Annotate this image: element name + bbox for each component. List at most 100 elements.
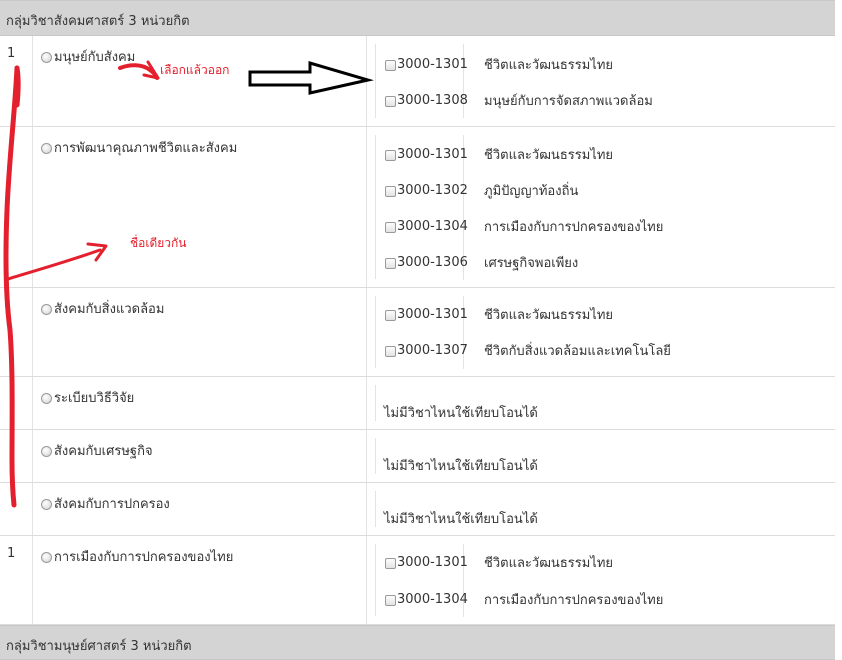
course-name: มนุษย์กับการจัดสภาพแวดล้อม bbox=[484, 93, 653, 109]
course-checkbox[interactable] bbox=[385, 595, 396, 606]
course-code: 3000-1306 bbox=[397, 254, 468, 270]
course-name: ชีวิตและวัฒนธรรมไทย bbox=[484, 307, 614, 323]
equivalent-courses: 3000-1301 ชีวิตและวัฒนธรรมไทย 3000-1308 … bbox=[375, 44, 835, 118]
course-option[interactable]: 3000-1302 ภูมิปัญญาท้องถิ่น bbox=[385, 180, 578, 200]
course-code: 3000-1301 bbox=[397, 56, 468, 72]
group-header-label: กลุ่มวิชามนุษย์ศาสตร์ 3 หน่วยกิต bbox=[6, 639, 192, 654]
subject-label: สังคมกับเศรษฐกิจ bbox=[54, 444, 153, 459]
equivalent-courses: ไม่มีวิชาไหนใช้เทียบโอนได้ bbox=[375, 385, 835, 421]
course-name: เศรษฐกิจพอเพียง bbox=[484, 255, 579, 271]
subject-label: สังคมกับสิ่งแวดล้อม bbox=[54, 302, 165, 317]
course-checkbox[interactable] bbox=[385, 222, 396, 233]
course-name: การเมืองกับการปกครองของไทย bbox=[484, 592, 664, 608]
course-option[interactable]: 3000-1306 เศรษฐกิจพอเพียง bbox=[385, 252, 578, 272]
table-row: 1 มนุษย์กับสังคม 3000-1301 ชีวิตและวัฒนธ… bbox=[0, 36, 835, 127]
no-equivalent-text: ไม่มีวิชาไหนใช้เทียบโอนได้ bbox=[384, 459, 538, 474]
subject-label: ระเบียบวิธีวิจัย bbox=[54, 391, 135, 406]
subject-label: การเมืองกับการปกครองของไทย bbox=[54, 550, 234, 565]
group-header-social: กลุ่มวิชาสังคมศาสตร์ 3 หน่วยกิต bbox=[0, 0, 835, 36]
column-divider bbox=[32, 36, 33, 126]
course-option[interactable]: 3000-1301 ชีวิตและวัฒนธรรมไทย bbox=[385, 54, 613, 74]
column-divider bbox=[366, 288, 367, 376]
course-code: 3000-1301 bbox=[397, 146, 468, 162]
subject-label: สังคมกับการปกครอง bbox=[54, 497, 170, 512]
subject-radio[interactable] bbox=[41, 52, 52, 63]
course-option[interactable]: 3000-1304 การเมืองกับการปกครองของไทย bbox=[385, 589, 663, 609]
column-divider bbox=[366, 536, 367, 624]
credit-cell: 1 bbox=[7, 46, 16, 61]
course-checkbox[interactable] bbox=[385, 60, 396, 71]
group-header-label: กลุ่มวิชาสังคมศาสตร์ 3 หน่วยกิต bbox=[6, 14, 190, 29]
course-code: 3000-1304 bbox=[397, 591, 468, 607]
subject-radio[interactable] bbox=[41, 446, 52, 457]
annotation-select-exit: เลือกแล้วออก bbox=[160, 63, 230, 77]
subject-radio[interactable] bbox=[41, 552, 52, 563]
column-divider bbox=[366, 36, 367, 126]
course-name: ชีวิตกับสิ่งแวดล้อมและเทคโนโลยี bbox=[484, 343, 671, 359]
group-header-humanities: กลุ่มวิชามนุษย์ศาสตร์ 3 หน่วยกิต bbox=[0, 625, 835, 660]
course-checkbox[interactable] bbox=[385, 310, 396, 321]
table-row: สังคมกับสิ่งแวดล้อม 3000-1301 ชีวิตและวั… bbox=[0, 288, 835, 377]
course-code: 3000-1301 bbox=[397, 554, 468, 570]
course-checkbox[interactable] bbox=[385, 346, 396, 357]
column-divider bbox=[32, 430, 33, 482]
course-option[interactable]: 3000-1301 ชีวิตและวัฒนธรรมไทย bbox=[385, 552, 613, 572]
column-divider bbox=[32, 127, 33, 287]
equivalent-courses: 3000-1301 ชีวิตและวัฒนธรรมไทย 3000-1304 … bbox=[375, 544, 835, 617]
column-divider bbox=[366, 430, 367, 482]
column-divider bbox=[366, 127, 367, 287]
equivalent-courses: 3000-1301 ชีวิตและวัฒนธรรมไทย 3000-1307 … bbox=[375, 296, 835, 369]
subject-radio[interactable] bbox=[41, 143, 52, 154]
equivalent-courses: ไม่มีวิชาไหนใช้เทียบโอนได้ bbox=[375, 491, 835, 527]
column-divider bbox=[366, 483, 367, 535]
course-option[interactable]: 3000-1301 ชีวิตและวัฒนธรรมไทย bbox=[385, 304, 613, 324]
course-name: ชีวิตและวัฒนธรรมไทย bbox=[484, 57, 614, 73]
subject-option[interactable]: การเมืองกับการปกครองของไทย bbox=[41, 546, 233, 567]
table-row: สังคมกับเศรษฐกิจ ไม่มีวิชาไหนใช้เทียบโอน… bbox=[0, 430, 835, 483]
course-checkbox[interactable] bbox=[385, 258, 396, 269]
course-option[interactable]: 3000-1307 ชีวิตกับสิ่งแวดล้อมและเทคโนโลย… bbox=[385, 340, 671, 360]
course-code: 3000-1304 bbox=[397, 218, 468, 234]
course-option[interactable]: 3000-1301 ชีวิตและวัฒนธรรมไทย bbox=[385, 144, 613, 164]
column-divider bbox=[32, 483, 33, 535]
course-code: 3000-1302 bbox=[397, 182, 468, 198]
subject-option[interactable]: สังคมกับเศรษฐกิจ bbox=[41, 440, 153, 461]
course-code: 3000-1308 bbox=[397, 92, 468, 108]
no-equivalent-text: ไม่มีวิชาไหนใช้เทียบโอนได้ bbox=[384, 512, 538, 527]
subject-option[interactable]: การพัฒนาคุณภาพชีวิตและสังคม bbox=[41, 137, 237, 158]
course-code: 3000-1301 bbox=[397, 306, 468, 322]
course-option[interactable]: 3000-1308 มนุษย์กับการจัดสภาพแวดล้อม bbox=[385, 90, 653, 110]
course-name: ชีวิตและวัฒนธรรมไทย bbox=[484, 147, 614, 163]
course-name: ภูมิปัญญาท้องถิ่น bbox=[484, 183, 579, 199]
column-divider bbox=[32, 377, 33, 429]
course-checkbox[interactable] bbox=[385, 558, 396, 569]
subject-option[interactable]: สังคมกับการปกครอง bbox=[41, 493, 170, 514]
column-divider bbox=[366, 377, 367, 429]
subject-radio[interactable] bbox=[41, 393, 52, 404]
course-name: การเมืองกับการปกครองของไทย bbox=[484, 219, 664, 235]
subject-option[interactable]: ระเบียบวิธีวิจัย bbox=[41, 387, 134, 408]
course-code: 3000-1307 bbox=[397, 342, 468, 358]
course-checkbox[interactable] bbox=[385, 186, 396, 197]
table-row: การพัฒนาคุณภาพชีวิตและสังคม 3000-1301 ชี… bbox=[0, 127, 835, 288]
subject-radio[interactable] bbox=[41, 499, 52, 510]
course-name: ชีวิตและวัฒนธรรมไทย bbox=[484, 555, 614, 571]
equivalent-courses: ไม่มีวิชาไหนใช้เทียบโอนได้ bbox=[375, 438, 835, 474]
annotation-same-name: ชื่อเดียวกัน bbox=[130, 236, 187, 250]
subject-radio[interactable] bbox=[41, 304, 52, 315]
table-row: สังคมกับการปกครอง ไม่มีวิชาไหนใช้เทียบโอ… bbox=[0, 483, 835, 536]
subject-option[interactable]: มนุษย์กับสังคม bbox=[41, 46, 135, 67]
subject-label: การพัฒนาคุณภาพชีวิตและสังคม bbox=[54, 141, 238, 156]
course-checkbox[interactable] bbox=[385, 150, 396, 161]
subject-option[interactable]: สังคมกับสิ่งแวดล้อม bbox=[41, 298, 164, 319]
subject-label: มนุษย์กับสังคม bbox=[54, 50, 136, 65]
no-equivalent-text: ไม่มีวิชาไหนใช้เทียบโอนได้ bbox=[384, 406, 538, 421]
course-checkbox[interactable] bbox=[385, 96, 396, 107]
credit-cell: 1 bbox=[7, 546, 16, 561]
column-divider bbox=[32, 536, 33, 624]
table-row: 1 การเมืองกับการปกครองของไทย 3000-1301 ช… bbox=[0, 536, 835, 625]
table-row: ระเบียบวิธีวิจัย ไม่มีวิชาไหนใช้เทียบโอน… bbox=[0, 377, 835, 430]
course-option[interactable]: 3000-1304 การเมืองกับการปกครองของไทย bbox=[385, 216, 663, 236]
equivalent-courses: 3000-1301 ชีวิตและวัฒนธรรมไทย 3000-1302 … bbox=[375, 135, 835, 280]
column-divider bbox=[32, 288, 33, 376]
